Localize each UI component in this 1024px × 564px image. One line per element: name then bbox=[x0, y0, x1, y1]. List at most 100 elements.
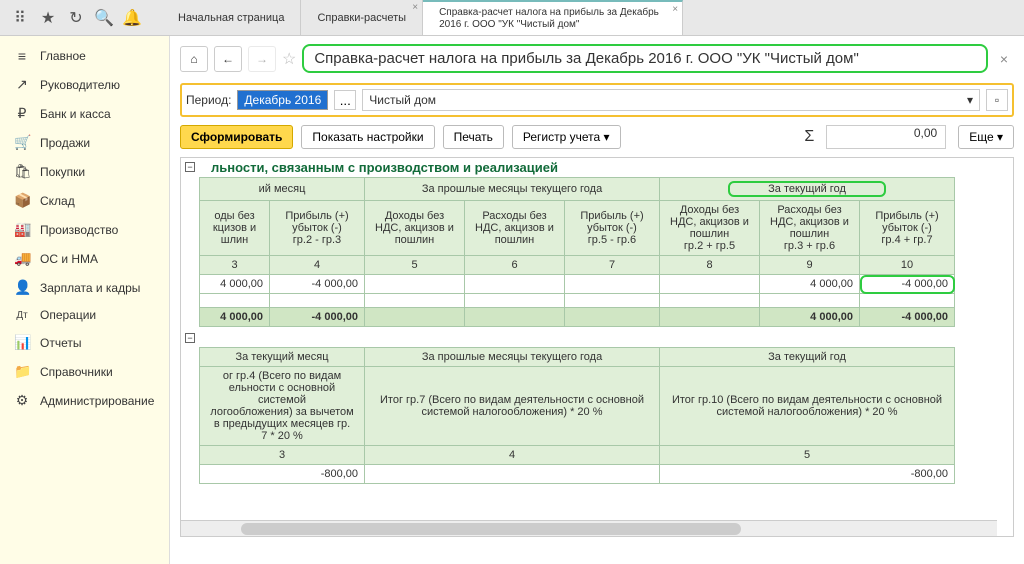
history-icon[interactable]: ↻ bbox=[66, 8, 86, 28]
report-area[interactable]: − льности, связанным с производством и р… bbox=[180, 157, 1014, 537]
sidebar-item-salary[interactable]: 👤Зарплата и кадры bbox=[0, 273, 169, 302]
horizontal-scrollbar[interactable] bbox=[181, 520, 997, 536]
col-group-year: За текущий год bbox=[660, 348, 955, 367]
tab-reports[interactable]: Справки-расчеты× bbox=[301, 0, 423, 35]
search-icon[interactable]: 🔍 bbox=[94, 8, 114, 28]
tab-home[interactable]: Начальная страница bbox=[162, 0, 301, 35]
tab-label: Справка-расчет налога на прибыль за Дека… bbox=[439, 7, 666, 31]
col-num: 9 bbox=[760, 256, 860, 275]
chevron-down-icon[interactable]: ▾ bbox=[967, 93, 973, 107]
sidebar-item-reports[interactable]: 📊 Отчеты bbox=[0, 328, 169, 357]
topbar: ⠿ ★ ↻ 🔍 🔔 Начальная страница Справки-рас… bbox=[0, 0, 1024, 36]
sidebar-label: Зарплата и кадры bbox=[40, 281, 140, 295]
favorite-icon[interactable]: ☆ bbox=[282, 49, 296, 69]
sidebar-item-purchases[interactable]: 🛍Покупки bbox=[0, 157, 169, 186]
org-input[interactable]: Чистый дом ▾ bbox=[362, 89, 980, 111]
sigma-icon[interactable]: Σ bbox=[804, 128, 814, 146]
sidebar-label: Производство bbox=[40, 223, 118, 237]
table-row[interactable]: 4 000,00 -4 000,00 4 000,00 -4 000,00 bbox=[200, 275, 955, 294]
total-row[interactable]: 4 000,00 -4 000,00 4 000,00 -4 000,00 bbox=[200, 308, 955, 327]
star-icon[interactable]: ★ bbox=[38, 8, 58, 28]
sidebar-item-bank[interactable]: ₽Банк и касса bbox=[0, 99, 169, 128]
col-num: 3 bbox=[200, 256, 270, 275]
col-header: Прибыль (+) убыток (-) гр.2 - гр.3 bbox=[270, 201, 365, 256]
sidebar-item-production[interactable]: 🏭Производство bbox=[0, 215, 169, 244]
sidebar-item-catalogs[interactable]: 📁Справочники bbox=[0, 357, 169, 386]
sidebar-label: Главное bbox=[40, 49, 86, 63]
close-icon[interactable]: × bbox=[672, 4, 678, 15]
section-title: льности, связанным с производством и реа… bbox=[181, 158, 1013, 177]
debit-icon: Дт bbox=[14, 310, 30, 321]
content: ⌂ ← → ☆ Справка-расчет налога на прибыль… bbox=[170, 36, 1024, 564]
sidebar-item-main[interactable]: ≡Главное bbox=[0, 42, 169, 70]
col-num: 3 bbox=[200, 446, 365, 465]
close-icon[interactable]: × bbox=[412, 2, 418, 13]
tab-active[interactable]: Справка-расчет налога на прибыль за Дека… bbox=[423, 0, 683, 35]
tab-label: Начальная страница bbox=[178, 12, 284, 24]
cell: -4 000,00 bbox=[860, 308, 955, 327]
sidebar-item-operations[interactable]: Дт Операции bbox=[0, 302, 169, 328]
col-group-month: ий месяц bbox=[200, 178, 365, 201]
sidebar-label: Операции bbox=[40, 308, 96, 322]
sidebar-item-warehouse[interactable]: 📦 Склад bbox=[0, 186, 169, 215]
close-icon[interactable]: × bbox=[994, 51, 1014, 67]
page-title: Справка-расчет налога на прибыль за Дека… bbox=[302, 44, 987, 73]
forward-button[interactable]: → bbox=[248, 46, 276, 72]
scroll-thumb[interactable] bbox=[241, 523, 741, 535]
more-button[interactable]: Еще ▾ bbox=[958, 125, 1014, 149]
sum-input[interactable]: 0,00 bbox=[826, 125, 946, 149]
sidebar-label: Покупки bbox=[40, 165, 85, 179]
sidebar-item-assets[interactable]: 🚚ОС и НМА bbox=[0, 244, 169, 273]
period-picker-button[interactable]: ... bbox=[334, 90, 356, 110]
sidebar-label: Справочники bbox=[40, 365, 113, 379]
period-label: Период: bbox=[186, 93, 231, 107]
collapse-icon[interactable]: − bbox=[185, 333, 195, 343]
settings-button[interactable]: Показать настройки bbox=[301, 125, 434, 149]
col-num: 4 bbox=[365, 446, 660, 465]
col-header: ог гр.4 (Всего по видам ельности с основ… bbox=[200, 367, 365, 446]
sidebar-label: Руководителю bbox=[40, 78, 120, 92]
cell: -4 000,00 bbox=[270, 275, 365, 294]
home-button[interactable]: ⌂ bbox=[180, 46, 208, 72]
col-header: Итог гр.10 (Всего по видам деятельности … bbox=[660, 367, 955, 446]
col-num: 5 bbox=[365, 256, 465, 275]
register-button[interactable]: Регистр учета ▾ bbox=[512, 125, 621, 149]
sidebar-item-sales[interactable]: 🛒Продажи bbox=[0, 128, 169, 157]
col-header: Доходы без НДС, акцизов и пошлин гр.2 + … bbox=[660, 201, 760, 256]
org-expand-button[interactable]: ▫ bbox=[986, 89, 1008, 111]
print-button[interactable]: Печать bbox=[443, 125, 504, 149]
table-row[interactable]: -800,00 -800,00 bbox=[200, 465, 955, 484]
sidebar-label: Отчеты bbox=[40, 336, 81, 350]
col-num: 5 bbox=[660, 446, 955, 465]
sidebar-label: Банк и касса bbox=[40, 107, 111, 121]
col-header: оды без кцизов и шлин bbox=[200, 201, 270, 256]
collapse-icon[interactable]: − bbox=[185, 162, 195, 172]
cell: 4 000,00 bbox=[760, 308, 860, 327]
back-button[interactable]: ← bbox=[214, 46, 242, 72]
report-table-2: За текущий месяц За прошлые месяцы текущ… bbox=[199, 347, 955, 484]
col-group-month: За текущий месяц bbox=[200, 348, 365, 367]
org-value: Чистый дом bbox=[369, 93, 436, 107]
bars-icon: 📊 bbox=[14, 334, 30, 351]
apps-icon[interactable]: ⠿ bbox=[10, 8, 30, 28]
col-num: 10 bbox=[860, 256, 955, 275]
period-input[interactable]: Декабрь 2016 bbox=[237, 90, 328, 110]
highlighted-cell: -4 000,00 bbox=[860, 275, 955, 294]
box-icon: 📦 bbox=[14, 192, 30, 209]
sidebar-item-admin[interactable]: ⚙Администрирование bbox=[0, 386, 169, 415]
col-num: 4 bbox=[270, 256, 365, 275]
highlighted-header: За текущий год bbox=[728, 181, 886, 197]
table-row[interactable] bbox=[200, 294, 955, 308]
col-header: Прибыль (+) убыток (-) гр.5 - гр.6 bbox=[565, 201, 660, 256]
col-num: 6 bbox=[465, 256, 565, 275]
cell: 4 000,00 bbox=[200, 275, 270, 294]
col-header: Доходы без НДС, акцизов и пошлин bbox=[365, 201, 465, 256]
col-num: 8 bbox=[660, 256, 760, 275]
sidebar-item-manager[interactable]: ↗Руководителю bbox=[0, 70, 169, 99]
topbar-icons: ⠿ ★ ↻ 🔍 🔔 bbox=[0, 8, 152, 28]
sidebar-label: Склад bbox=[40, 194, 75, 208]
col-group-prev: За прошлые месяцы текущего года bbox=[365, 348, 660, 367]
cell: -4 000,00 bbox=[270, 308, 365, 327]
form-button[interactable]: Сформировать bbox=[180, 125, 293, 149]
bell-icon[interactable]: 🔔 bbox=[122, 8, 142, 28]
